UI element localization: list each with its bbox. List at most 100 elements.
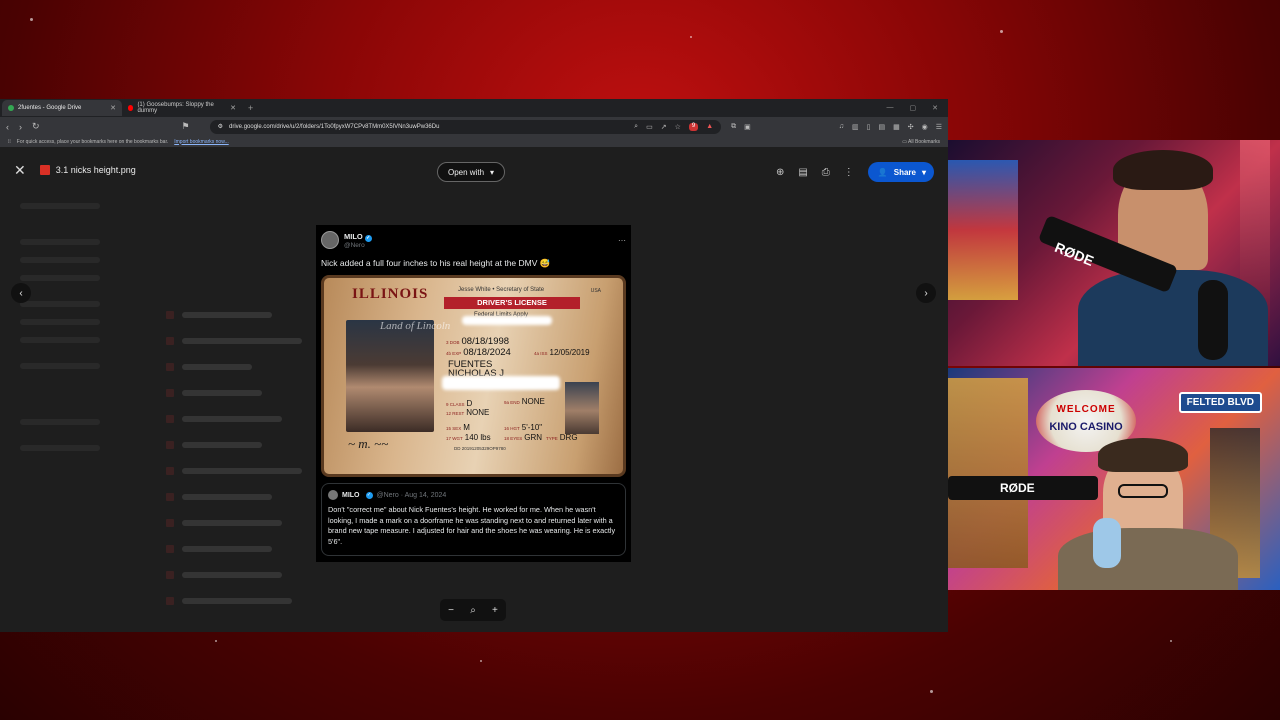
zoom-in-icon[interactable]: + [492, 605, 498, 616]
cast-icon[interactable]: ▭ [646, 123, 653, 131]
preview-actions: ⊕ ▤ ⎙ ⋮ 👤 Share ▾ [776, 162, 934, 182]
guest-hair [1098, 438, 1188, 472]
minimize-icon[interactable]: — [887, 104, 894, 112]
menu-icon[interactable]: ☰ [936, 123, 942, 131]
tweet-handle: @Nero [344, 241, 365, 249]
webcam-top: RØDE [948, 140, 1280, 366]
license-iss: 4a ISS 12/05/2019 [534, 348, 590, 357]
tweet-author: MILO [344, 231, 363, 241]
import-bookmarks-link[interactable]: Import bookmarks now... [174, 139, 228, 145]
back-icon[interactable]: ‹ [6, 122, 9, 132]
quote-author: MILO [342, 491, 360, 499]
print-icon[interactable]: ⎙ [822, 167, 830, 178]
label: 12 REST [446, 411, 465, 416]
new-tab-button[interactable]: + [248, 103, 253, 113]
sign-welcome: WELCOME [1056, 404, 1116, 415]
share-button[interactable]: 👤 Share ▾ [867, 162, 934, 182]
window-controls: — ▢ ✕ [887, 104, 949, 112]
label: 9 CLASS [446, 402, 465, 407]
bookmark-icon[interactable]: ⚑ [182, 121, 190, 132]
license-ghost-photo [565, 382, 599, 434]
microphone [1093, 518, 1121, 568]
open-with-button[interactable]: Open with ▾ [437, 162, 506, 182]
extension-icon[interactable]: ▦ [893, 123, 900, 131]
label: 15 SEX [446, 426, 462, 431]
puzzle-icon[interactable]: ✣ [908, 123, 914, 131]
quote-meta: @Nero · Aug 14, 2024 [376, 491, 447, 499]
previous-file-button[interactable]: ‹ [11, 283, 31, 303]
close-preview-icon[interactable]: ✕ [14, 162, 26, 179]
zoom-out-icon[interactable]: − [448, 605, 454, 616]
extension-icon[interactable]: ⧉ [731, 123, 736, 131]
more-options-icon[interactable]: ⋮ [844, 167, 854, 178]
avatar [328, 490, 338, 500]
license-type: TYPE DRG [546, 433, 578, 442]
apps-icon[interactable]: ⁞⁞ [8, 139, 11, 145]
host-shirt [1078, 270, 1268, 366]
label: 9a END [504, 400, 520, 405]
verified-icon: ✓ [365, 491, 373, 499]
zoom-icon[interactable]: ⌕ [634, 123, 638, 131]
profile-icon[interactable]: ◉ [922, 123, 928, 131]
open-with-label: Open with [448, 167, 485, 177]
drive-icon [8, 105, 14, 111]
bookmarks-bar: ⁞⁞ For quick access, place your bookmark… [0, 136, 948, 147]
star-icon[interactable]: ☆ [675, 123, 681, 131]
zoom-icon[interactable]: ⌕ [470, 605, 476, 616]
media-icon[interactable]: ♫ [839, 123, 844, 131]
license-title: DRIVER'S LICENSE [444, 297, 580, 309]
quote-text: Don't "correct me" about Nick Fuentes's … [328, 505, 616, 546]
warning-icon[interactable]: ▲ [706, 123, 713, 131]
file-name: 3.1 nicks height.png [55, 165, 136, 175]
extension-icon[interactable]: ▤ [878, 123, 885, 131]
tab-youtube[interactable]: (1) Goosebumps: Sloppy the dummy ✕ [122, 100, 242, 116]
label: 3 DOB [446, 340, 460, 345]
license-secretary: Jesse White • Secretary of State [458, 287, 545, 293]
extensions-area: ⧉ ▣ ♫ ▥ ▯ ▤ ▦ ✣ ◉ ☰ [731, 123, 942, 131]
tab-bar: 2fuentes - Google Drive ✕ (1) Goosebumps… [0, 99, 948, 117]
maximize-icon[interactable]: ▢ [910, 104, 917, 112]
statue-background [948, 378, 1028, 568]
share-page-icon[interactable]: ↗ [661, 123, 667, 131]
tweet-text: Nick added a full four inches to his rea… [321, 258, 551, 268]
license-motto: Land of Lincoln [380, 320, 451, 332]
license-photo [346, 320, 434, 432]
extension-badge[interactable]: 9 [688, 122, 699, 131]
license-state: ILLINOIS [352, 286, 429, 302]
value: 12/05/2019 [549, 348, 590, 357]
zoom-controls: − ⌕ + [440, 599, 506, 621]
sidepanel-icon[interactable]: ▯ [867, 123, 871, 131]
address-bar[interactable]: ⚙ drive.google.com/drive/u/2/folders/1To… [209, 119, 722, 134]
value: 5'-10" [521, 423, 543, 432]
label: 4a ISS [534, 351, 548, 356]
close-window-icon[interactable]: ✕ [932, 104, 938, 112]
tab-title: (1) Goosebumps: Sloppy the dummy [137, 102, 214, 114]
license-exp: 4b EXP 08/18/2024 [446, 347, 511, 358]
license-class: 9 CLASS D [446, 399, 472, 408]
close-tab-icon[interactable]: ✕ [230, 104, 236, 112]
host-hair [1113, 150, 1213, 190]
person-icon: 👤 [877, 167, 888, 177]
tab-google-drive[interactable]: 2fuentes - Google Drive ✕ [2, 100, 122, 116]
tweet-header: MILO ✓ @Nero ⋯ [321, 230, 626, 250]
redaction-mark [462, 316, 552, 325]
comment-icon[interactable]: ▤ [798, 167, 807, 178]
guest-shirt [1058, 528, 1238, 590]
all-bookmarks-button[interactable]: ▭ All Bookmarks [902, 139, 940, 145]
site-info-icon[interactable]: ⚙ [218, 123, 223, 130]
license-rest: 12 REST NONE [446, 408, 489, 417]
add-shortcut-icon[interactable]: ⊕ [776, 167, 784, 178]
next-file-button[interactable]: › [916, 283, 936, 303]
license-sex: 15 SEX M [446, 423, 470, 432]
reload-icon[interactable]: ↻ [32, 121, 40, 132]
license-dob: 3 DOB 08/18/1998 [446, 336, 509, 347]
webcam-bottom: WELCOME KINO CASINO FELTED BLVD RØDE [948, 368, 1280, 590]
value: GRN [524, 433, 543, 442]
extension-icon[interactable]: ▣ [744, 123, 751, 131]
close-tab-icon[interactable]: ✕ [110, 104, 116, 112]
forward-icon[interactable]: › [19, 122, 22, 132]
image-file-icon [39, 165, 50, 175]
extension-icon[interactable]: ▥ [852, 123, 859, 131]
license-country: USA [590, 288, 601, 294]
bookmarks-hint: For quick access, place your bookmarks h… [16, 138, 169, 145]
